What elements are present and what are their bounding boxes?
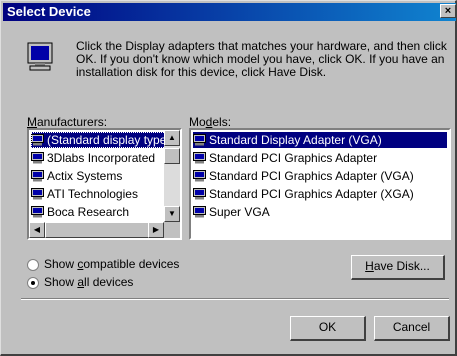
models-label: Models:	[189, 115, 232, 129]
monitor-icon	[31, 134, 44, 146]
separator	[21, 298, 449, 300]
left-arrow-icon: ◀	[33, 225, 41, 234]
manufacturers-label: Manufacturers:	[27, 115, 108, 129]
list-item[interactable]: Super VGA	[193, 204, 270, 220]
scroll-right-button[interactable]: ▶	[148, 222, 164, 238]
select-device-dialog: Select Device × Click the Display adapte…	[0, 0, 457, 356]
monitor-icon	[31, 206, 44, 218]
monitor-icon	[31, 170, 44, 182]
list-item[interactable]: Standard PCI Graphics Adapter (VGA)	[193, 168, 414, 184]
show-all-label[interactable]: Show all devices	[44, 275, 133, 289]
up-arrow-icon: ▲	[168, 133, 176, 142]
manufacturers-horizontal-scrollbar[interactable]: ◀ ▶	[29, 222, 164, 238]
list-item[interactable]: Standard PCI Graphics Adapter	[193, 150, 377, 166]
scroll-left-button[interactable]: ◀	[29, 222, 45, 238]
manufacturers-listbox[interactable]: (Standard display types) 3Dlabs Incorpor…	[27, 128, 182, 240]
monitor-icon	[27, 42, 53, 71]
monitor-icon	[193, 188, 206, 200]
monitor-icon	[193, 134, 206, 146]
down-arrow-icon: ▼	[168, 209, 176, 218]
intro-text: Click the Display adapters that matches …	[76, 39, 447, 79]
list-item[interactable]: Standard PCI Graphics Adapter (XGA)	[193, 186, 414, 202]
title-bar[interactable]: Select Device ×	[3, 3, 456, 21]
list-item[interactable]: ATI Technologies	[31, 186, 138, 202]
monitor-icon	[193, 170, 206, 182]
close-button[interactable]: ×	[440, 4, 456, 18]
manufacturers-vertical-scrollbar[interactable]: ▲ ▼	[164, 130, 180, 222]
scroll-thumb[interactable]	[164, 148, 180, 164]
monitor-icon	[31, 188, 44, 200]
list-item[interactable]: Standard Display Adapter (VGA)	[193, 132, 447, 148]
monitor-icon	[31, 152, 44, 164]
list-item[interactable]: Actix Systems	[31, 168, 122, 184]
monitor-icon	[193, 206, 206, 218]
list-item[interactable]: (Standard display types)	[31, 132, 176, 148]
show-all-radio[interactable]	[27, 277, 39, 289]
scroll-corner	[164, 222, 180, 238]
right-arrow-icon: ▶	[152, 225, 160, 234]
list-item[interactable]: 3Dlabs Incorporated	[31, 150, 155, 166]
scroll-down-button[interactable]: ▼	[164, 206, 180, 222]
monitor-icon	[193, 152, 206, 164]
scroll-thumb[interactable]	[45, 222, 149, 238]
ok-button[interactable]: OK	[290, 316, 366, 341]
show-compatible-radio[interactable]	[27, 259, 39, 271]
cancel-button[interactable]: Cancel	[374, 316, 450, 341]
list-item[interactable]: Boca Research	[31, 204, 129, 220]
close-icon: ×	[444, 5, 452, 17]
scroll-up-button[interactable]: ▲	[164, 130, 180, 146]
have-disk-button[interactable]: Have Disk...	[351, 255, 445, 280]
show-compatible-label[interactable]: Show compatible devices	[44, 257, 179, 271]
models-listbox[interactable]: Standard Display Adapter (VGA) Standard …	[189, 128, 451, 240]
window-title: Select Device	[7, 4, 91, 19]
